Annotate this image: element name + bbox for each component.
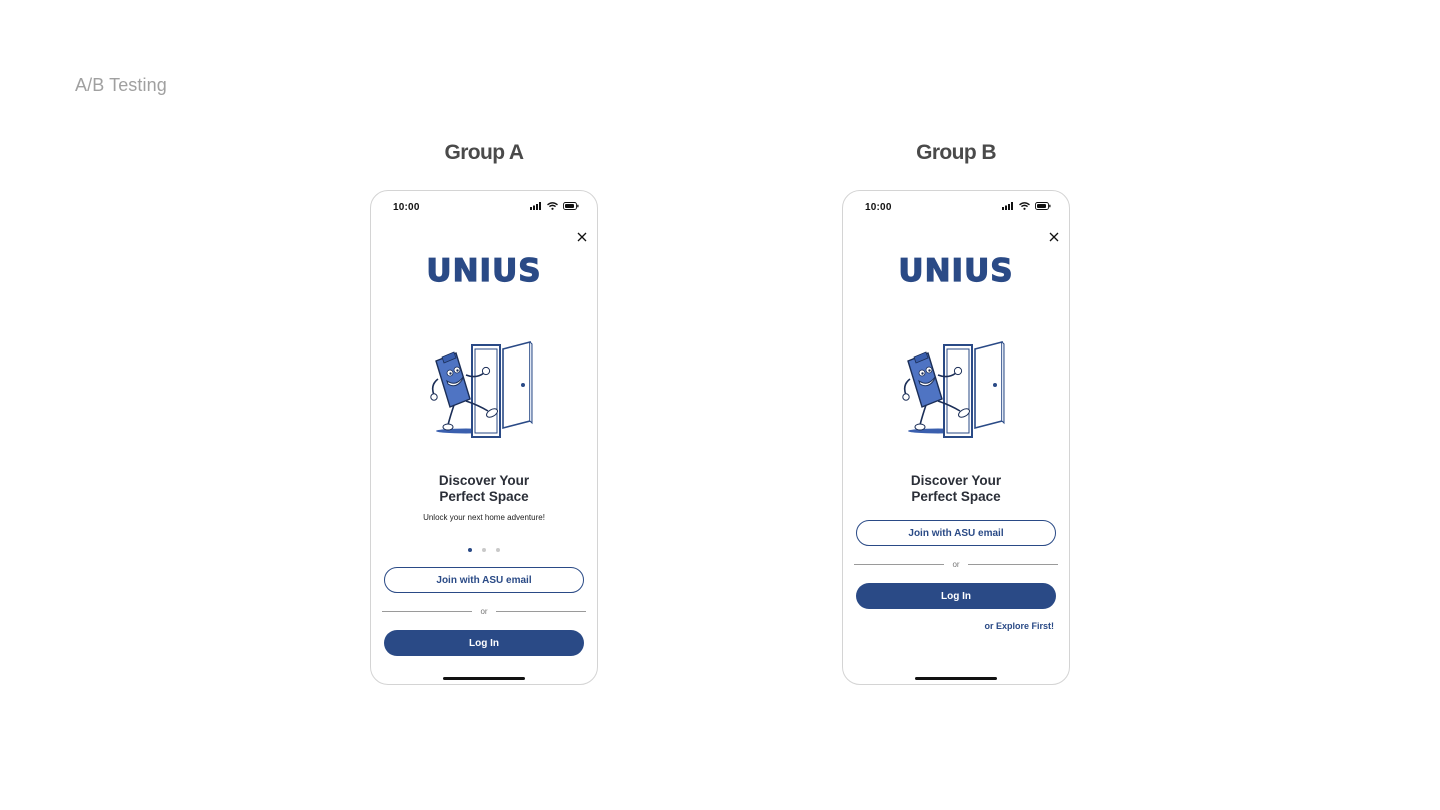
or-divider: or [382,606,586,616]
group-b-label: Group B [916,141,996,164]
divider-or-label: or [480,606,488,616]
divider-line-right [967,563,1058,565]
status-icons [530,202,579,210]
battery-icon [1035,202,1051,210]
close-icon[interactable] [576,231,588,243]
pager-dot-2[interactable] [482,548,486,552]
page-title: A/B Testing [75,75,167,95]
mascot-door-illustration [902,340,1005,438]
phone-mockup-group-b: 10:00 UNIUS Discover Your Perfect Space … [842,190,1070,685]
home-indicator [915,677,997,680]
status-time: 10:00 [865,202,892,213]
brand-logo: UNIUS [426,252,542,289]
divider-line-left [854,563,945,565]
battery-icon [563,202,579,210]
cellular-signal-icon [530,202,541,210]
login-button[interactable]: Log In [384,630,584,656]
status-icons [1002,202,1051,210]
home-indicator [443,677,525,680]
headline-line-1: Discover Your [910,473,1002,488]
login-button[interactable]: Log In [856,583,1056,609]
cellular-signal-icon [1002,202,1013,210]
pager-dot-1[interactable] [468,548,472,552]
join-asu-email-button[interactable]: Join with ASU email [856,520,1056,546]
mascot-door-illustration [430,340,533,438]
subheadline: Unlock your next home adventure! [423,513,545,522]
group-a-label: Group A [444,141,524,164]
explore-first-link[interactable]: or Explore First! [984,621,1054,631]
pager-dot-3[interactable] [496,548,500,552]
pager-dots [371,548,597,552]
brand-logo: UNIUS [898,252,1014,289]
divider-line-right [495,610,586,612]
join-asu-email-button[interactable]: Join with ASU email [384,567,584,593]
headline-line-2: Perfect Space [911,489,1001,504]
headline-line-2: Perfect Space [439,489,529,504]
or-divider: or [854,559,1058,569]
close-icon[interactable] [1048,231,1060,243]
wifi-icon [547,202,558,210]
headline-line-1: Discover Your [438,473,530,488]
phone-mockup-group-a: 10:00 UNIUS Discover Your Perfect Space … [370,190,598,685]
divider-line-left [382,610,473,612]
status-time: 10:00 [393,202,420,213]
wifi-icon [1019,202,1030,210]
divider-or-label: or [952,559,960,569]
